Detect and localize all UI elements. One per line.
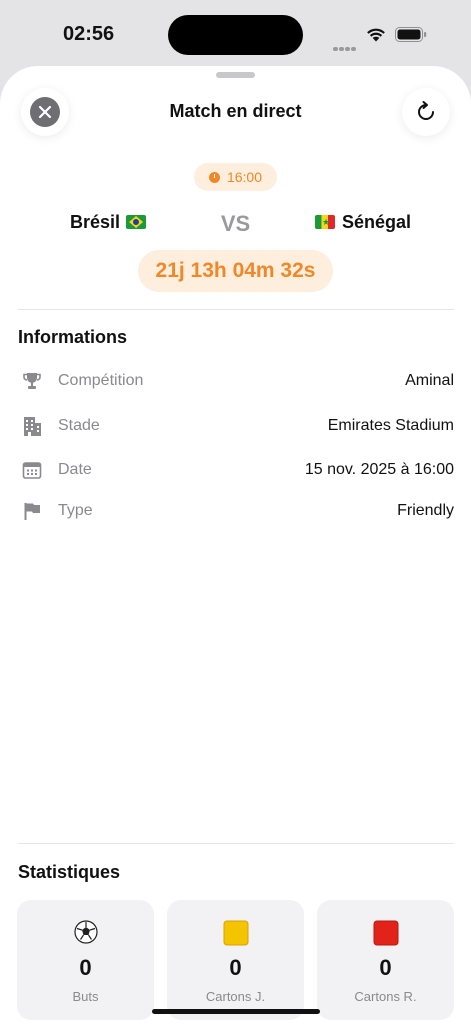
info-label: Stade — [58, 417, 100, 434]
trophy-icon — [20, 369, 44, 393]
stat-value: 0 — [379, 955, 392, 980]
info-value: Friendly — [397, 502, 454, 519]
wifi-icon — [367, 28, 385, 42]
stat-card-red-cards: 0 Cartons R. — [317, 900, 454, 1020]
info-row-stadium: Stade Emirates Stadium — [18, 411, 454, 441]
sheet-grabber[interactable] — [216, 72, 255, 78]
page-title: Match en direct — [169, 101, 302, 121]
info-value: Aminal — [405, 372, 454, 389]
info-label: Compétition — [58, 372, 144, 389]
info-row-competition: Compétition Aminal — [18, 366, 454, 396]
dynamic-island — [168, 15, 303, 55]
status-time: 02:56 — [63, 23, 115, 45]
soccer-ball-icon — [73, 920, 98, 944]
info-label: Type — [58, 502, 93, 519]
away-team-name: Sénégal — [342, 212, 412, 232]
divider — [18, 309, 454, 310]
stats-section-title: Statistiques — [18, 862, 121, 882]
match-sheet: Match en direct 16:00 Brésil VS Sénégal … — [0, 66, 471, 1024]
refresh-icon — [418, 101, 434, 120]
countdown-timer: 21j 13h 04m 32s — [138, 250, 333, 292]
building-icon — [20, 414, 44, 438]
stat-card-goals: 0 Buts — [17, 900, 154, 1020]
info-row-type: Type Friendly — [18, 496, 454, 526]
red-card-icon — [373, 920, 398, 946]
flag-icon — [20, 499, 44, 523]
stat-value: 0 — [79, 955, 92, 980]
battery-icon — [395, 27, 427, 42]
stat-value: 0 — [229, 955, 242, 980]
kickoff-time: 16:00 — [226, 169, 263, 185]
info-label: Date — [58, 461, 92, 478]
info-value: 15 nov. 2025 à 16:00 — [304, 461, 454, 478]
stat-label: Buts — [72, 989, 99, 1004]
info-value: Emirates Stadium — [327, 417, 454, 434]
away-team: Sénégal — [315, 212, 411, 233]
stat-card-yellow-cards: 0 Cartons J. — [167, 900, 304, 1020]
info-section-title: Informations — [18, 327, 128, 347]
stat-label: Cartons R. — [354, 989, 417, 1004]
home-indicator[interactable] — [152, 1009, 320, 1014]
clock-icon — [208, 171, 220, 183]
refresh-button[interactable] — [402, 88, 450, 136]
divider — [18, 843, 454, 844]
cellular-signal-icon — [333, 38, 357, 56]
status-bar: 02:56 — [0, 0, 471, 70]
senegal-flag-icon — [315, 215, 335, 229]
yellow-card-icon — [223, 920, 248, 946]
calendar-icon — [20, 458, 44, 482]
kickoff-time-badge: 16:00 — [194, 163, 277, 191]
stat-label: Cartons J. — [205, 989, 266, 1004]
info-row-date: Date 15 nov. 2025 à 16:00 — [18, 455, 454, 485]
